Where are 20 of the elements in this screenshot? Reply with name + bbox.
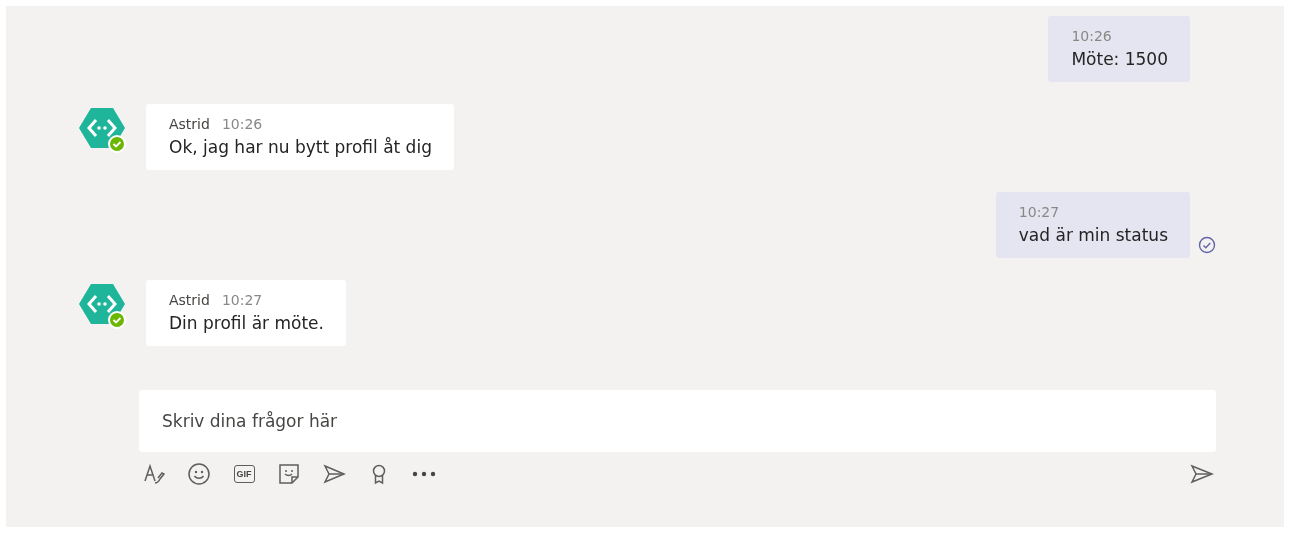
sticker-icon [278,463,300,485]
message-time: 10:26 [221,116,263,132]
gif-icon: GIF [233,465,255,483]
send-icon [1190,464,1214,484]
author-name: Astrid [169,116,210,132]
paper-plane-icon [322,463,346,485]
message-time: 10:27 [221,292,263,308]
author-name: Astrid [169,292,210,308]
format-icon [143,463,165,485]
message-text: Möte: 1500 [1071,49,1168,69]
message-text: vad är min status [1018,225,1168,245]
gif-button[interactable]: GIF [229,460,259,488]
message-text: Din profil är möte. [169,313,324,333]
message-time: 10:27 [1018,204,1061,220]
message-input-field[interactable]: Skriv dina frågor här [139,390,1216,452]
message-text: Ok, jag har nu bytt profil åt dig [169,137,432,157]
emoji-icon [187,462,211,486]
ribbon-icon [370,463,388,485]
message-time: 10:26 [1071,28,1113,44]
more-icon [412,471,436,477]
